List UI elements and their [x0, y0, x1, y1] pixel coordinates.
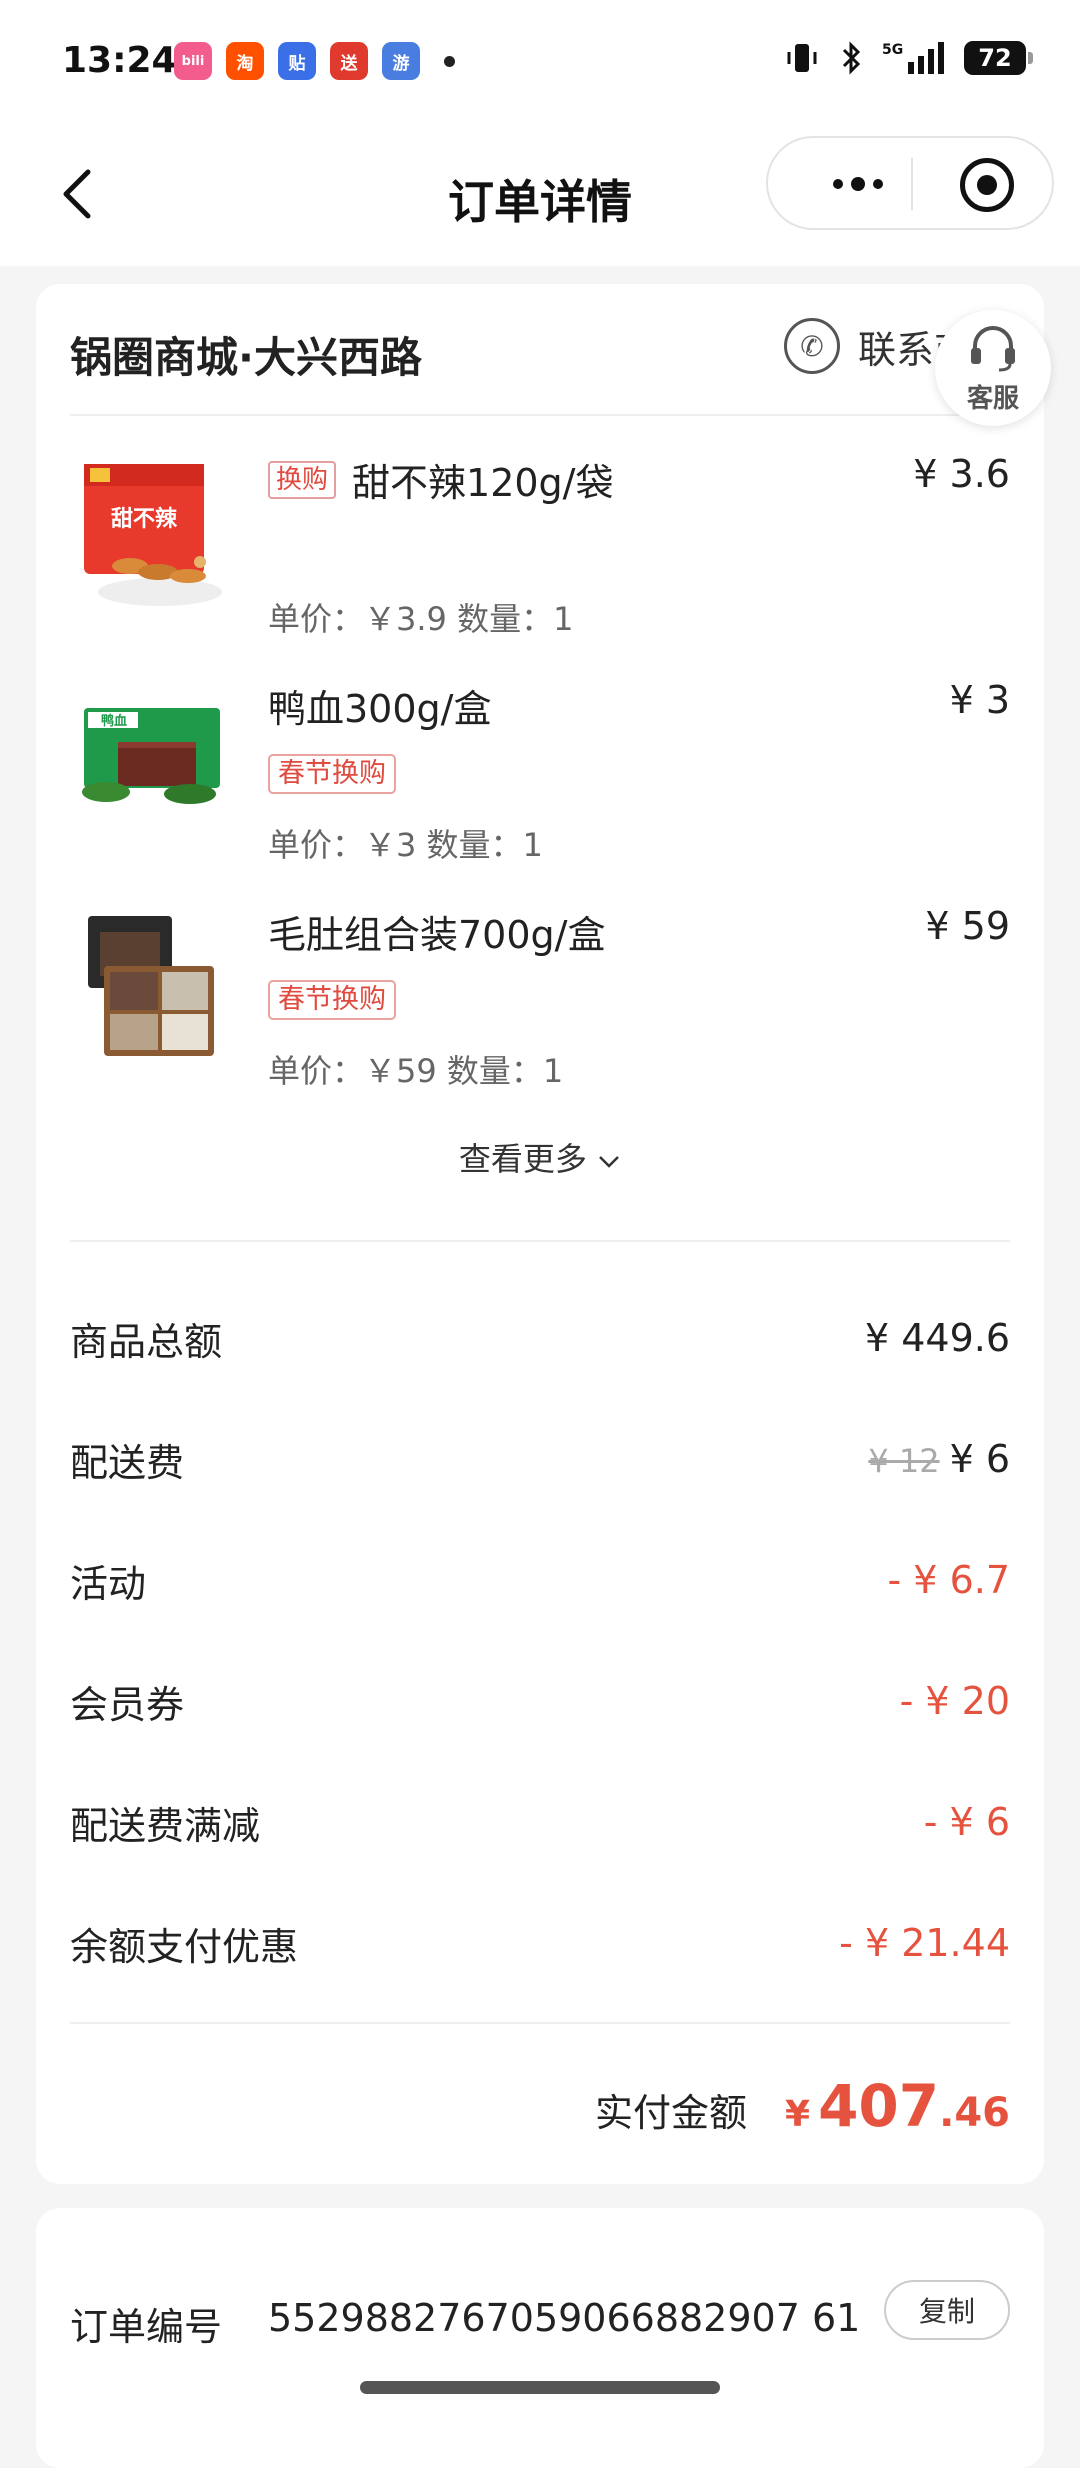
customer-service-button[interactable]: 客服	[935, 310, 1051, 426]
nav-bar: 订单详情	[0, 128, 1080, 266]
paid-amount-row: 实付金额 ¥407.46	[595, 2072, 1010, 2140]
product-thumbnail: 鸭血	[70, 680, 234, 844]
game-icon: 游	[382, 42, 420, 80]
member-coupon-label: 会员券	[70, 1674, 184, 1729]
see-more-button[interactable]: 查看更多	[36, 1134, 1044, 1180]
store-name: 锅圈商城·大兴西路	[70, 324, 422, 385]
divider	[70, 2022, 1010, 2024]
delivery-discount-label: 配送费满减	[70, 1795, 260, 1850]
order-item[interactable]: 鸭血 鸭血300g/盒 春节换购 单价：￥3 数量：1 ¥ 3	[36, 672, 1044, 882]
phone-icon: ✆	[784, 318, 840, 374]
product-package-label: 甜不辣	[111, 506, 178, 532]
item-unit-price-quantity: 单价：￥3.9 数量：1	[268, 594, 573, 640]
customer-service-label: 客服	[935, 378, 1051, 415]
divider	[70, 1240, 1010, 1242]
spring-festival-exchange-tag: 春节换购	[268, 754, 396, 794]
item-name: 甜不辣120g/袋	[352, 452, 613, 507]
item-price: ¥ 3.6	[913, 452, 1010, 496]
delivery-fee-original: ¥ 12	[868, 1442, 939, 1480]
item-name-row: 换购 甜不辣120g/袋	[268, 452, 613, 507]
meituan-icon: 送	[330, 42, 368, 80]
capsule-divider	[911, 158, 913, 210]
delivery-fee-current: ¥ 6	[950, 1437, 1010, 1481]
balance-discount-label: 余额支付优惠	[70, 1916, 298, 1971]
bilibili-icon: bili	[174, 42, 212, 80]
paid-amount-label: 实付金额	[595, 2082, 747, 2137]
copy-order-number-button[interactable]: 复制	[884, 2280, 1010, 2340]
status-time: 13:24	[62, 40, 177, 81]
home-indicator[interactable]	[360, 2381, 720, 2394]
order-info-card: 订单编号 5529882767059066882907 61 复制	[36, 2208, 1044, 2468]
delivery-fee-label: 配送费	[70, 1432, 184, 1487]
network-type-text: 5G	[882, 42, 903, 58]
paid-amount-integer: 407	[818, 2072, 939, 2140]
paid-amount-value: ¥407.46	[785, 2072, 1010, 2140]
order-number-label: 订单编号	[70, 2296, 222, 2351]
item-name: 鸭血300g/盒	[268, 678, 491, 733]
item-price: ¥ 3	[950, 678, 1010, 722]
divider	[70, 414, 1010, 416]
order-card: 锅圈商城·大兴西路 ✆ 联系商家 甜不辣 换购 甜不辣120g/袋 单价：￥3.…	[36, 284, 1044, 2184]
balance-discount-value: - ¥ 21.44	[839, 1921, 1010, 1965]
close-miniprogram-icon[interactable]	[960, 158, 1014, 212]
more-notifications-dot	[444, 56, 455, 67]
exchange-tag: 换购	[268, 461, 336, 499]
activity-discount-label: 活动	[70, 1553, 146, 1608]
delivery-fee-value: ¥ 12 ¥ 6	[868, 1437, 1010, 1481]
vibrate-icon	[784, 40, 820, 76]
product-package-label: 鸭血	[101, 713, 127, 729]
miniprogram-capsule	[766, 136, 1054, 230]
item-price: ¥ 59	[925, 904, 1010, 948]
order-item[interactable]: 甜不辣 换购 甜不辣120g/袋 单价：￥3.9 数量：1 ¥ 3.6	[36, 446, 1044, 656]
item-unit-price-quantity: 单价：￥59 数量：1	[268, 1046, 563, 1092]
tieba-icon: 贴	[278, 42, 316, 80]
activity-discount-row: 活动 - ¥ 6.7	[70, 1550, 1010, 1610]
paid-amount-decimal: .46	[939, 2090, 1010, 2136]
balance-discount-row: 余额支付优惠 - ¥ 21.44	[70, 1913, 1010, 1973]
product-thumbnail: 甜不辣	[70, 454, 234, 618]
chevron-down-icon	[597, 1154, 621, 1170]
order-item[interactable]: 毛肚组合装700g/盒 春节换购 单价：￥59 数量：1 ¥ 59	[36, 898, 1044, 1108]
product-thumbnail	[70, 906, 234, 1070]
battery-icon: 72	[964, 41, 1026, 75]
item-name: 毛肚组合装700g/盒	[268, 904, 605, 959]
more-options-icon[interactable]	[808, 160, 908, 208]
signal-icon: 5G	[882, 40, 948, 76]
goods-total-value: ¥ 449.6	[865, 1316, 1010, 1360]
status-bar: 13:24 bili 淘 贴 送 游 5G 72	[0, 0, 1080, 128]
bluetooth-icon	[836, 40, 866, 76]
order-number-value: 5529882767059066882907 61	[268, 2296, 860, 2340]
taobao-icon: 淘	[226, 42, 264, 80]
activity-discount-value: - ¥ 6.7	[888, 1558, 1010, 1602]
item-unit-price-quantity: 单价：￥3 数量：1	[268, 820, 543, 866]
paid-amount-currency: ¥	[785, 2094, 810, 2135]
system-icons: 5G 72	[784, 40, 1026, 76]
delivery-fee-row: 配送费 ¥ 12 ¥ 6	[70, 1429, 1010, 1489]
delivery-discount-row: 配送费满减 - ¥ 6	[70, 1792, 1010, 1852]
delivery-discount-value: - ¥ 6	[924, 1800, 1010, 1844]
goods-total-label: 商品总额	[70, 1311, 222, 1366]
notification-icons: bili 淘 贴 送 游	[174, 42, 455, 80]
member-coupon-row: 会员券 - ¥ 20	[70, 1671, 1010, 1731]
member-coupon-value: - ¥ 20	[900, 1679, 1010, 1723]
spring-festival-exchange-tag: 春节换购	[268, 980, 396, 1020]
see-more-label: 查看更多	[459, 1140, 587, 1178]
headset-icon	[967, 324, 1019, 372]
goods-total-row: 商品总额 ¥ 449.6	[70, 1308, 1010, 1368]
